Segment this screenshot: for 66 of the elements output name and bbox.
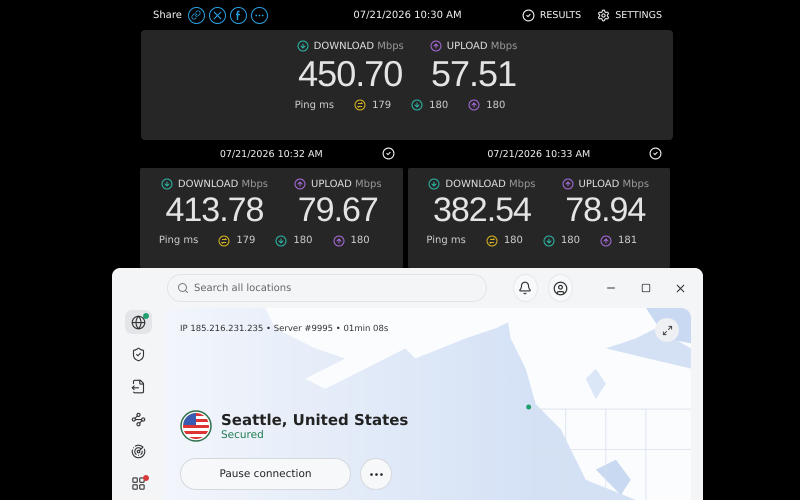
- settings-icon: [597, 8, 610, 22]
- settings-link[interactable]: SETTINGS: [597, 8, 662, 22]
- ping-value: 180: [504, 235, 523, 246]
- download-speed: 450.70: [298, 52, 402, 96]
- ping-label: Ping ms: [158, 235, 198, 246]
- facebook-share-button[interactable]: [230, 6, 247, 24]
- check-circle-icon: [522, 8, 535, 22]
- more-share-button[interactable]: [250, 6, 268, 24]
- test-timestamp: 07/21/2026 10:33 AM: [487, 148, 590, 160]
- x-logo-icon: [212, 10, 222, 20]
- upload-speed: 78.94: [565, 190, 646, 231]
- maximize-icon: [640, 283, 651, 293]
- check-circle-icon: [382, 147, 394, 160]
- ping-value: 179: [236, 235, 256, 246]
- upload-label: UPLOAD Mbps: [294, 178, 382, 190]
- upload-label: UPLOAD Mbps: [430, 40, 518, 52]
- ping-value: 180: [560, 235, 580, 246]
- search-icon: [177, 282, 189, 294]
- close-icon: [674, 282, 688, 294]
- location-name: Seattle, United States: [221, 411, 408, 429]
- f-logo-icon: [235, 10, 242, 20]
- x-share-button[interactable]: [208, 6, 226, 24]
- file-export-icon: [131, 379, 146, 394]
- ping-value: 180: [429, 100, 448, 111]
- notifications-button[interactable]: [512, 274, 538, 302]
- dots-icon: [370, 472, 382, 476]
- pause-connection-button[interactable]: Pause connection: [180, 458, 351, 490]
- ping-label: Ping ms: [294, 100, 334, 111]
- download-speed: 382.54: [432, 190, 531, 231]
- ping-value: 180: [350, 235, 370, 246]
- results-link[interactable]: RESULTS: [522, 8, 582, 22]
- globe-icon: [131, 314, 146, 330]
- us-flag-icon: [180, 410, 212, 442]
- share-label: Share: [153, 10, 182, 20]
- upload-speed: 79.67: [298, 190, 378, 231]
- swap-arrows-icon: [218, 234, 230, 247]
- connection-status: Secured: [221, 429, 265, 441]
- account-button[interactable]: [548, 274, 573, 302]
- grid-icon: [131, 476, 146, 492]
- download-speed: 413.78: [165, 190, 264, 231]
- radar-icon: [131, 444, 146, 459]
- search-field[interactable]: Search all locations: [167, 274, 488, 302]
- upload-speed: 57.51: [431, 52, 516, 96]
- ping-value: 181: [618, 235, 638, 246]
- ping-value: 179: [372, 100, 392, 111]
- ping-label: Ping ms: [426, 235, 466, 246]
- nodes-icon: [131, 412, 146, 427]
- ping-value: 180: [293, 235, 312, 246]
- link-icon: [191, 10, 202, 20]
- swap-arrows-icon: [354, 99, 366, 112]
- connection-info: IP 185.216.231.235 • Server #9995 • 01min 08s: [180, 324, 388, 334]
- upload-label: UPLOAD Mbps: [562, 178, 650, 190]
- check-circle-icon: [649, 147, 662, 160]
- download-label: DOWNLOAD Mbps: [428, 178, 536, 190]
- bell-icon: [518, 281, 532, 295]
- user-icon: [552, 280, 568, 296]
- expand-icon: [662, 324, 672, 336]
- test-timestamp: 07/21/2026 10:30 AM: [353, 10, 462, 20]
- test-timestamp: 07/21/2026 10:32 AM: [220, 148, 323, 160]
- sidebar-item[interactable]: [125, 310, 152, 334]
- ping-value: 180: [486, 100, 506, 111]
- shield-icon: [131, 346, 146, 362]
- download-label: DOWNLOAD Mbps: [160, 178, 268, 190]
- copy-link-button[interactable]: [188, 6, 205, 24]
- swap-arrows-icon: [486, 234, 498, 247]
- download-label: DOWNLOAD Mbps: [296, 40, 404, 52]
